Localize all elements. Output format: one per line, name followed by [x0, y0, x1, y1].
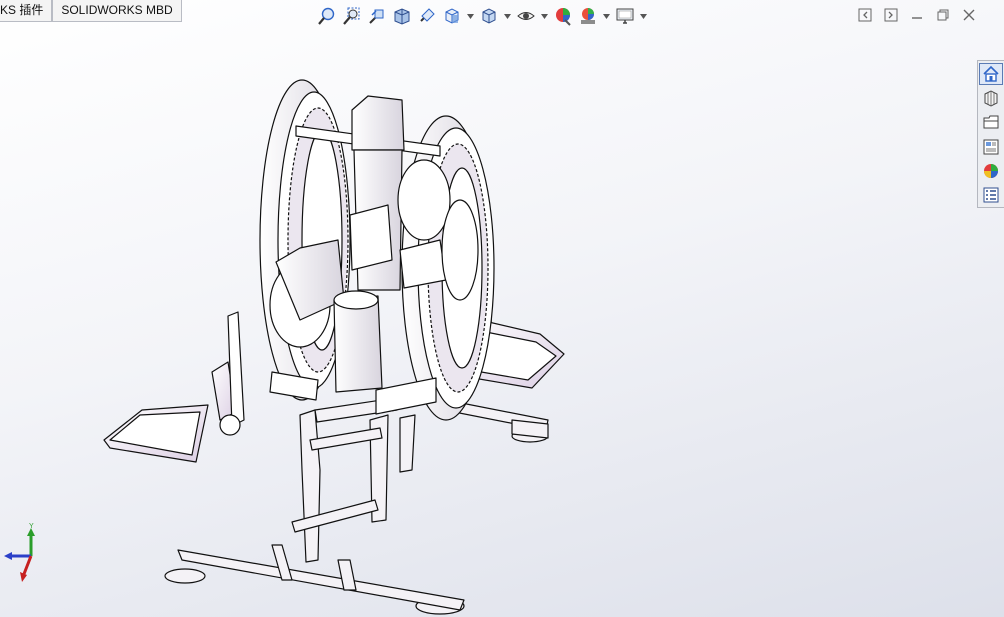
- chevron-down-icon[interactable]: [602, 5, 611, 27]
- tab-ks-plugin[interactable]: KS 插件: [0, 0, 53, 22]
- zoom-to-fit-icon[interactable]: [316, 5, 338, 27]
- view-settings-icon[interactable]: [614, 5, 636, 27]
- exercise-machine-model[interactable]: [103, 79, 565, 615]
- edit-appearance-icon[interactable]: [552, 5, 574, 27]
- tab-solidworks-mbd[interactable]: SOLIDWORKS MBD: [52, 0, 182, 22]
- restore-icon[interactable]: [934, 6, 952, 24]
- display-style-icon[interactable]: [478, 5, 500, 27]
- section-view-icon[interactable]: [391, 5, 413, 27]
- chevron-down-icon[interactable]: [503, 5, 512, 27]
- view-palette-icon[interactable]: [979, 136, 1003, 158]
- chevron-down-icon[interactable]: [466, 5, 475, 27]
- graphics-viewport[interactable]: [0, 0, 1004, 617]
- tile-left-icon[interactable]: [856, 6, 874, 24]
- design-library-icon[interactable]: [979, 87, 1003, 109]
- previous-view-icon[interactable]: [366, 5, 388, 27]
- triad-y-label: Y: [29, 523, 34, 530]
- dynamic-annotation-views-icon[interactable]: [416, 5, 438, 27]
- left-pedal: [103, 311, 245, 463]
- custom-properties-icon[interactable]: [979, 184, 1003, 206]
- document-window-controls: [856, 6, 978, 24]
- reference-triad: Y: [4, 523, 35, 582]
- close-icon[interactable]: [960, 6, 978, 24]
- command-manager-tabs: KS 插件 SOLIDWORKS MBD: [0, 0, 182, 22]
- apply-scene-icon[interactable]: [577, 5, 599, 27]
- heads-up-view-toolbar: [316, 4, 648, 28]
- zoom-to-area-icon[interactable]: [341, 5, 363, 27]
- chevron-down-icon[interactable]: [639, 5, 648, 27]
- task-pane-tabs: [977, 60, 1004, 208]
- tile-right-icon[interactable]: [882, 6, 900, 24]
- appearances-scenes-icon[interactable]: [979, 160, 1003, 182]
- solidworks-resources-icon[interactable]: [979, 63, 1003, 86]
- minimize-icon[interactable]: [908, 6, 926, 24]
- file-explorer-icon[interactable]: [979, 111, 1003, 133]
- hide-show-items-icon[interactable]: [515, 5, 537, 27]
- chevron-down-icon[interactable]: [540, 5, 549, 27]
- view-orientation-icon[interactable]: [441, 5, 463, 27]
